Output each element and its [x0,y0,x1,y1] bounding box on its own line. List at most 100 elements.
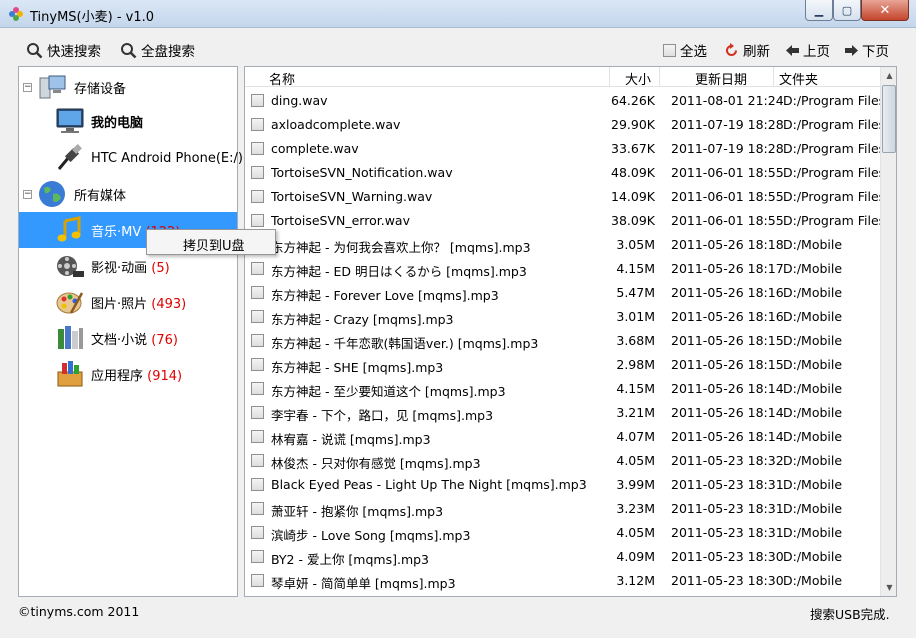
tree-node-android[interactable]: HTC Android Phone(E:/) [19,140,243,176]
column-divider[interactable] [773,67,774,87]
books-icon [58,326,83,349]
table-row[interactable]: 东方神起 - Crazy [mqms].mp3 3.01M 2011-05-26 1… [245,304,880,328]
table-row[interactable]: 东方神起 - 至少要知道这个 [mqms].mp3 4.15M 2011-05-26… [245,376,880,400]
row-checkbox[interactable] [251,406,264,419]
file-name: TortoiseSVN_Warning.wav [271,189,433,204]
tree-node-pictures[interactable]: 图片·照片 (493) [19,284,237,320]
table-row[interactable]: Black Eyed Peas - Light Up The Night [mq… [245,472,880,496]
file-folder: D:/Mobile [783,477,843,492]
scroll-down-icon[interactable]: ▼ [881,579,896,596]
row-checkbox[interactable] [251,358,264,371]
row-checkbox[interactable] [251,94,264,107]
table-row[interactable]: 东方神起 - ED 明日はくるから [mqms].mp3 4.15M 2011-05… [245,256,880,280]
row-checkbox[interactable] [251,166,264,179]
music-note-icon [57,216,81,242]
file-folder: D:/Mobile [783,285,843,300]
apps-count: (914) [147,368,183,384]
row-checkbox[interactable] [251,478,264,491]
collapse-icon[interactable]: − [23,189,32,199]
file-name: TortoiseSVN_error.wav [271,213,410,228]
next-page-button[interactable]: 下页 [845,40,889,60]
row-checkbox[interactable] [251,142,264,155]
close-icon: ✕ [879,2,891,18]
menu-item-copy-to-usb[interactable]: 拷贝到U盘 [183,235,245,254]
file-size: 4.05M [616,453,655,468]
title-bar: TinyMS(小麦) - v1.0 ▁ ▢ ✕ [0,0,916,28]
file-size: 4.05M [616,525,655,540]
quick-search-button[interactable]: 快速搜索 [26,40,101,60]
column-divider[interactable] [659,67,660,87]
table-row[interactable]: 李宇春 - 下个，路口，见 [mqms].mp3 3.21M 2011-05-26 … [245,400,880,424]
table-row[interactable]: 萧亚轩 - 抱紧你 [mqms].mp3 3.23M 2011-05-23 18:3… [245,496,880,520]
file-name: 琴卓妍 - 简简单单 [mqms].mp3 [271,576,456,591]
column-header-date[interactable]: 更新日期 [695,69,747,88]
table-row[interactable]: axloadcomplete.wav 29.90K 2011-07-19 18:28… [245,112,885,136]
row-checkbox[interactable] [251,190,264,203]
maximize-button[interactable]: ▢ [833,0,861,21]
computer-monitor-icon [56,108,84,133]
file-date: 2011-05-26 18:16 [671,285,784,300]
vertical-scrollbar[interactable]: ▲ ▼ [880,67,896,596]
tree-node-storage[interactable]: − 存储设备 [19,69,237,105]
minimize-button[interactable]: ▁ [805,0,833,21]
file-date: 2011-05-26 18:14 [671,381,784,396]
file-date: 2011-06-01 18:55 [671,189,784,204]
row-checkbox[interactable] [251,574,264,587]
column-header-name[interactable]: 名称 [269,69,295,88]
refresh-button[interactable]: 刷新 [724,40,770,60]
tree-label-android: HTC Android Phone(E:/) [91,150,243,166]
close-button[interactable]: ✕ [861,0,909,21]
table-row[interactable]: ding.wav 64.26K 2011-08-01 21:24 D:/Program… [245,88,885,112]
column-header-folder[interactable]: 文件夹 [779,69,818,88]
file-date: 2011-05-26 18:14 [671,405,784,420]
file-size: 33.67K [611,141,655,156]
column-divider[interactable] [609,67,610,87]
tree-node-my-computer[interactable]: 我的电脑 [19,103,237,139]
file-date: 2011-05-26 18:18 [671,237,784,252]
table-row[interactable]: complete.wav 33.67K 2011-07-19 18:28 D:/Pro… [245,136,885,160]
prev-page-button[interactable]: 上页 [786,40,830,60]
row-checkbox[interactable] [251,526,264,539]
row-checkbox[interactable] [251,310,264,323]
column-header-size[interactable]: 大小 [625,69,651,88]
collapse-icon[interactable]: − [23,82,32,92]
row-checkbox[interactable] [251,334,264,347]
row-checkbox[interactable] [251,430,264,443]
film-reel-icon [57,256,84,277]
file-size: 29.90K [611,117,655,132]
row-checkbox[interactable] [251,550,264,563]
table-row[interactable]: BY2 - 爱上你 [mqms].mp3 4.09M 2011-05-23 18:3… [245,544,880,568]
tree-node-all-media[interactable]: − 所有媒体 [19,176,237,212]
row-checkbox[interactable] [251,118,264,131]
row-checkbox[interactable] [251,454,264,467]
table-row[interactable]: 东方神起 - Forever Love [mqms].mp3 5.47M 2011-… [245,280,880,304]
full-search-button[interactable]: 全盘搜索 [120,40,195,60]
table-row[interactable]: 东方神起 - 为何我会喜欢上你？ [mqms].mp3 3.05M 2011-05-… [245,232,880,256]
table-row[interactable]: TortoiseSVN_Notification.wav 48.09K 2011-0… [245,160,885,184]
row-checkbox[interactable] [251,382,264,395]
row-checkbox[interactable] [251,262,264,275]
table-row[interactable]: 东方神起 - SHE [mqms].mp3 2.98M 2011-05-26 18:… [245,352,880,376]
row-checkbox[interactable] [251,286,264,299]
tree-node-documents[interactable]: 文档·小说 (76) [19,320,237,356]
file-date: 2011-06-01 18:55 [671,213,784,228]
table-row[interactable]: 林宥嘉 - 说谎 [mqms].mp3 4.07M 2011-05-26 18:14… [245,424,880,448]
scrollbar-thumb[interactable] [882,85,896,153]
select-all-label: 全选 [680,44,707,60]
file-name: 东方神起 - 千年恋歌(韩国语ver.) [mqms].mp3 [271,336,539,351]
file-date: 2011-05-23 18:31 [671,525,784,540]
table-row[interactable]: TortoiseSVN_error.wav 38.09K 2011-06-01 18… [245,208,885,232]
table-row[interactable]: 滨崎步 - Love Song [mqms].mp3 4.05M 2011-05-2… [245,520,880,544]
table-row[interactable]: 琴卓妍 - 简简单单 [mqms].mp3 3.12M 2011-05-23 18:… [245,568,880,592]
row-checkbox[interactable] [251,214,264,227]
scroll-up-icon[interactable]: ▲ [881,67,896,84]
file-folder: D:/Program Files [783,141,886,156]
select-all-checkbox[interactable]: 全选 [663,40,707,60]
table-row[interactable]: TortoiseSVN_Warning.wav 14.09K 2011-06-01 … [245,184,885,208]
file-name: TortoiseSVN_Notification.wav [271,165,453,180]
globe-icon [39,181,65,207]
tree-node-apps[interactable]: 应用程序 (914) [19,356,237,392]
table-row[interactable]: 东方神起 - 千年恋歌(韩国语ver.) [mqms].mp3 3.68M 2011… [245,328,880,352]
row-checkbox[interactable] [251,502,264,515]
table-row[interactable]: 林俊杰 - 只对你有感觉 [mqms].mp3 4.05M 2011-05-23 1… [245,448,880,472]
